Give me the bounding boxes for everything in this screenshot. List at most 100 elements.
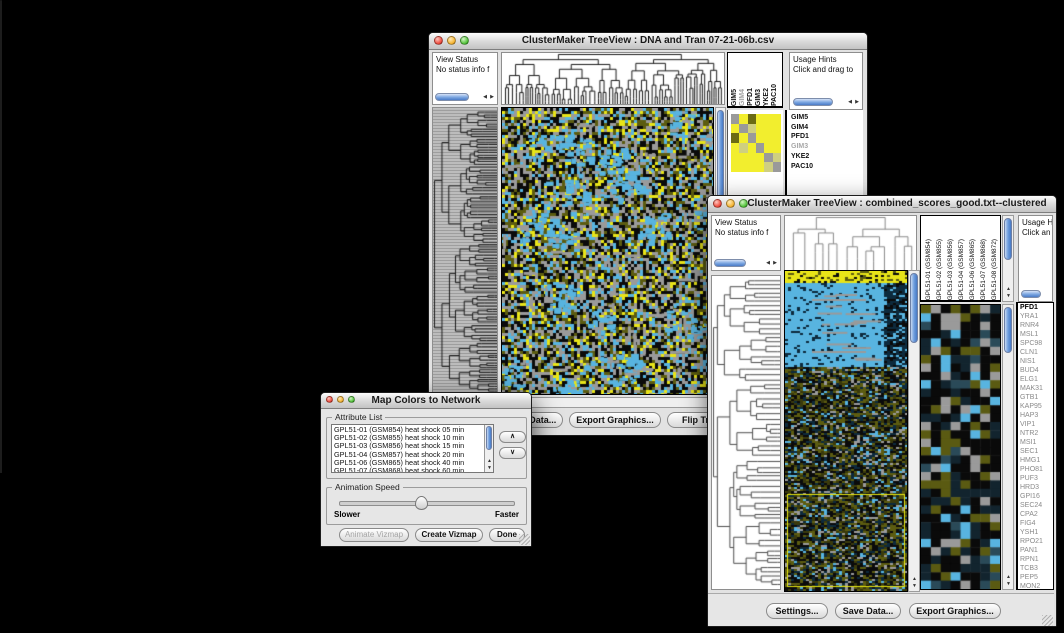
- tv2-column-label[interactable]: GPL51-04 (GSM857): [956, 239, 967, 300]
- resize-grip[interactable]: [1042, 615, 1053, 626]
- matrix-cell[interactable]: [764, 162, 772, 172]
- attribute-list-item[interactable]: GPL51-07 (GSM868) heat shock 60 min: [332, 467, 493, 473]
- zoom-window-icon[interactable]: [739, 199, 748, 208]
- map-colors-title-bar[interactable]: Map Colors to Network: [321, 393, 531, 409]
- scroll-left-icon[interactable]: ◀: [766, 260, 770, 266]
- tv2-heatmap[interactable]: [784, 270, 908, 592]
- matrix-cell[interactable]: [731, 143, 739, 153]
- tv2-gene-item[interactable]: CLN1: [1020, 348, 1053, 357]
- matrix-cell[interactable]: [739, 114, 747, 124]
- tv2-column-label[interactable]: GPL51-03 (GSM856): [945, 239, 956, 300]
- tv2-gene-item[interactable]: MON2: [1020, 582, 1053, 590]
- matrix-cell[interactable]: [748, 143, 756, 153]
- matrix-cell[interactable]: [739, 162, 747, 172]
- tv2-row-dendrogram[interactable]: [711, 275, 781, 590]
- scroll-down-icon[interactable]: ▼: [487, 465, 492, 471]
- tv2-column-label[interactable]: GPL51-08 (GSM872): [989, 239, 1000, 300]
- matrix-cell[interactable]: [773, 143, 781, 153]
- tv2-gene-item[interactable]: PAN1: [1020, 546, 1053, 555]
- tv2-gene-item[interactable]: VIP1: [1020, 420, 1053, 429]
- tv2-zoom-vscrollbar[interactable]: ▲ ▼: [1002, 304, 1014, 590]
- tv1-summary-matrix[interactable]: [731, 114, 781, 172]
- matrix-cell[interactable]: [764, 114, 772, 124]
- close-icon[interactable]: [434, 36, 443, 45]
- tv2-gene-item[interactable]: PEP5: [1020, 573, 1053, 582]
- matrix-cell[interactable]: [756, 162, 764, 172]
- tv2-gene-item[interactable]: PFD1: [1020, 303, 1053, 312]
- matrix-cell[interactable]: [773, 114, 781, 124]
- tv2-collabel-vscrollbar[interactable]: ▲ ▼: [1002, 215, 1014, 302]
- tv1-row-label[interactable]: GIM5: [791, 113, 813, 123]
- tv2-gene-item[interactable]: HAP3: [1020, 411, 1053, 420]
- tv2-gene-item[interactable]: TCB3: [1020, 564, 1053, 573]
- matrix-cell[interactable]: [773, 162, 781, 172]
- attribute-list-vscrollbar[interactable]: ▲ ▼: [484, 425, 493, 472]
- animate-vizmap-button[interactable]: Animate Vizmap: [339, 528, 409, 542]
- tv1-row-label[interactable]: PFD1: [791, 132, 813, 142]
- tv2-gene-item[interactable]: MSL1: [1020, 330, 1053, 339]
- scroll-right-icon[interactable]: ▶: [773, 260, 777, 266]
- matrix-cell[interactable]: [773, 124, 781, 134]
- move-up-button[interactable]: ∧: [499, 431, 526, 443]
- matrix-cell[interactable]: [764, 133, 772, 143]
- zoom-window-icon[interactable]: [348, 396, 355, 403]
- tv1-column-label[interactable]: GIM5: [731, 89, 739, 106]
- scroll-up-icon[interactable]: ▲: [912, 576, 917, 582]
- tv2-save-data-button[interactable]: Save Data...: [835, 603, 901, 619]
- tv2-gene-item[interactable]: GTB1: [1020, 393, 1053, 402]
- tv1-row-label[interactable]: YKE2: [791, 152, 813, 162]
- matrix-cell[interactable]: [731, 124, 739, 134]
- move-down-button[interactable]: ∨: [499, 447, 526, 459]
- tv2-gene-item[interactable]: YSH1: [1020, 528, 1053, 537]
- vscroll-thumb[interactable]: [1004, 307, 1012, 353]
- tv1-column-label[interactable]: GIM4: [739, 89, 747, 106]
- speed-slider-thumb[interactable]: [415, 496, 428, 510]
- matrix-cell[interactable]: [756, 153, 764, 163]
- tv2-export-graphics-button[interactable]: Export Graphics...: [909, 603, 1001, 619]
- tv2-gene-item[interactable]: NTR2: [1020, 429, 1053, 438]
- tv1-row-label[interactable]: GIM3: [791, 142, 813, 152]
- treeview1-title-bar[interactable]: ClusterMaker TreeView : DNA and Tran 07-…: [429, 33, 867, 50]
- matrix-cell[interactable]: [748, 114, 756, 124]
- close-icon[interactable]: [713, 199, 722, 208]
- scroll-down-icon[interactable]: ▼: [912, 583, 917, 589]
- tv1-column-label[interactable]: GIM3: [755, 89, 763, 106]
- attribute-listbox[interactable]: GPL51-01 (GSM854) heat shock 05 minGPL51…: [331, 424, 494, 473]
- tv2-gene-item[interactable]: ELG1: [1020, 375, 1053, 384]
- tv2-gene-item[interactable]: CPA2: [1020, 510, 1053, 519]
- tv1-row-label[interactable]: PAC10: [791, 162, 813, 172]
- tv2-gene-item[interactable]: YRA1: [1020, 312, 1053, 321]
- matrix-cell[interactable]: [756, 114, 764, 124]
- matrix-cell[interactable]: [739, 133, 747, 143]
- tv2-gene-item[interactable]: HMG1: [1020, 456, 1053, 465]
- tv2-column-label[interactable]: GPL51-07 (GSM868): [978, 239, 989, 300]
- scroll-up-icon[interactable]: ▲: [1006, 286, 1011, 292]
- tv2-column-dendrogram[interactable]: [784, 215, 917, 271]
- matrix-cell[interactable]: [756, 143, 764, 153]
- matrix-cell[interactable]: [773, 133, 781, 143]
- tv2-gene-item[interactable]: SEC1: [1020, 447, 1053, 456]
- tv2-gene-item[interactable]: KAP95: [1020, 402, 1053, 411]
- tv1-heatmap[interactable]: [501, 107, 714, 395]
- matrix-cell[interactable]: [756, 133, 764, 143]
- scroll-right-icon[interactable]: ▶: [855, 99, 859, 105]
- tv2-gene-item[interactable]: NIS1: [1020, 357, 1053, 366]
- tv1-export-graphics-button[interactable]: Export Graphics...: [569, 412, 661, 428]
- treeview2-title-bar[interactable]: ClusterMaker TreeView : combined_scores_…: [708, 196, 1056, 213]
- vscroll-thumb[interactable]: [486, 426, 492, 450]
- tv2-column-label[interactable]: GPL51-02 (GSM855): [934, 239, 945, 300]
- zoom-window-icon[interactable]: [460, 36, 469, 45]
- tv1-column-label[interactable]: YKE2: [763, 88, 771, 106]
- tv2-column-label[interactable]: GPL51-06 (GSM865): [967, 239, 978, 300]
- tv2-gene-item[interactable]: PHO81: [1020, 465, 1053, 474]
- tv1-status-scrollbar[interactable]: [435, 93, 469, 101]
- matrix-cell[interactable]: [748, 133, 756, 143]
- tv2-settings-button[interactable]: Settings...: [766, 603, 828, 619]
- minimize-icon[interactable]: [447, 36, 456, 45]
- tv2-gene-item[interactable]: BUD4: [1020, 366, 1053, 375]
- vscroll-thumb[interactable]: [1004, 218, 1012, 260]
- matrix-cell[interactable]: [731, 114, 739, 124]
- tv1-row-dendrogram[interactable]: [432, 107, 498, 395]
- matrix-cell[interactable]: [764, 153, 772, 163]
- matrix-cell[interactable]: [731, 153, 739, 163]
